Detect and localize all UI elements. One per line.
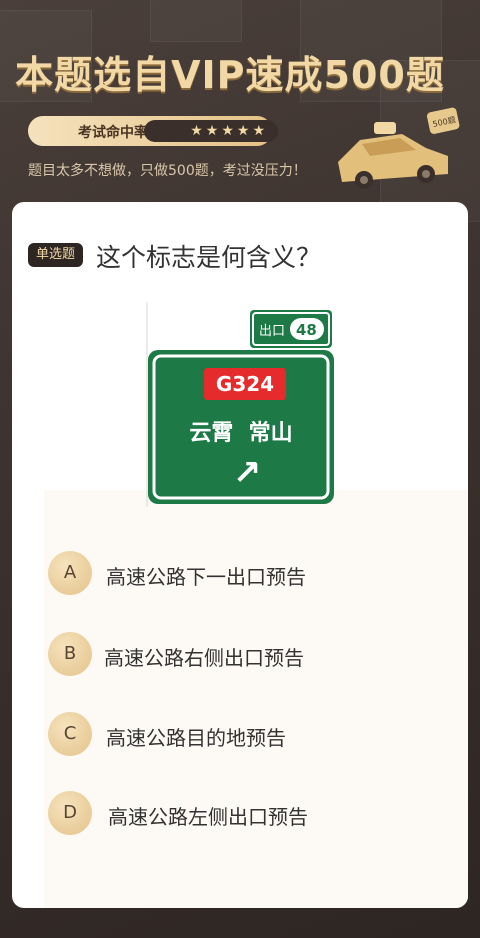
exit-label: 出口	[259, 324, 285, 339]
promo-header: 本题选自VIP速成500题 考试命中率 ★★★★★ 题目太多不想做，只做500题…	[0, 0, 480, 210]
option-b-letter: B	[48, 632, 92, 676]
exit-number: 48	[296, 321, 317, 339]
promo-subtitle: 题目太多不想做，只做500题，考过没压力！	[28, 163, 307, 179]
question-type-badge: 单选题	[28, 243, 83, 267]
option-d-text: 高速公路左侧出口预告	[108, 805, 308, 829]
arrow-up-right-icon: ↗	[233, 453, 262, 493]
option-b-text: 高速公路右侧出口预告	[104, 646, 304, 670]
question-text: 这个标志是何含义？	[96, 243, 322, 272]
option-c-text: 高速公路目的地预告	[106, 726, 286, 750]
option-c-letter: C	[48, 712, 92, 756]
promo-title: 本题选自VIP速成500题	[15, 53, 445, 97]
option-a-text: 高速公路下一出口预告	[106, 565, 306, 589]
option-c[interactable]: C 高速公路目的地预告	[48, 712, 448, 758]
taxi-car-illustration: 500题	[338, 107, 460, 189]
option-d[interactable]: D 高速公路左侧出口预告	[48, 791, 448, 837]
option-d-letter: D	[48, 791, 92, 835]
hit-rate-pill: 考试命中率 ★★★★★	[28, 116, 278, 146]
hit-rate-stars: ★★★★★	[144, 120, 278, 142]
hit-rate-label: 考试命中率	[78, 125, 148, 141]
option-b[interactable]: B 高速公路右侧出口预告	[48, 632, 448, 678]
option-a[interactable]: A 高速公路下一出口预告	[48, 551, 448, 597]
destinations: 云霄 常山	[189, 420, 292, 446]
option-a-letter: A	[48, 551, 92, 595]
traffic-sign-image: 出口 48 G324 云霄 常山 ↗	[146, 302, 334, 507]
route-number: G324	[216, 372, 274, 396]
question-card: 单选题 这个标志是何含义？ 出口 48 G324 云霄 常山 ↗ A 高速公路下…	[12, 202, 468, 908]
